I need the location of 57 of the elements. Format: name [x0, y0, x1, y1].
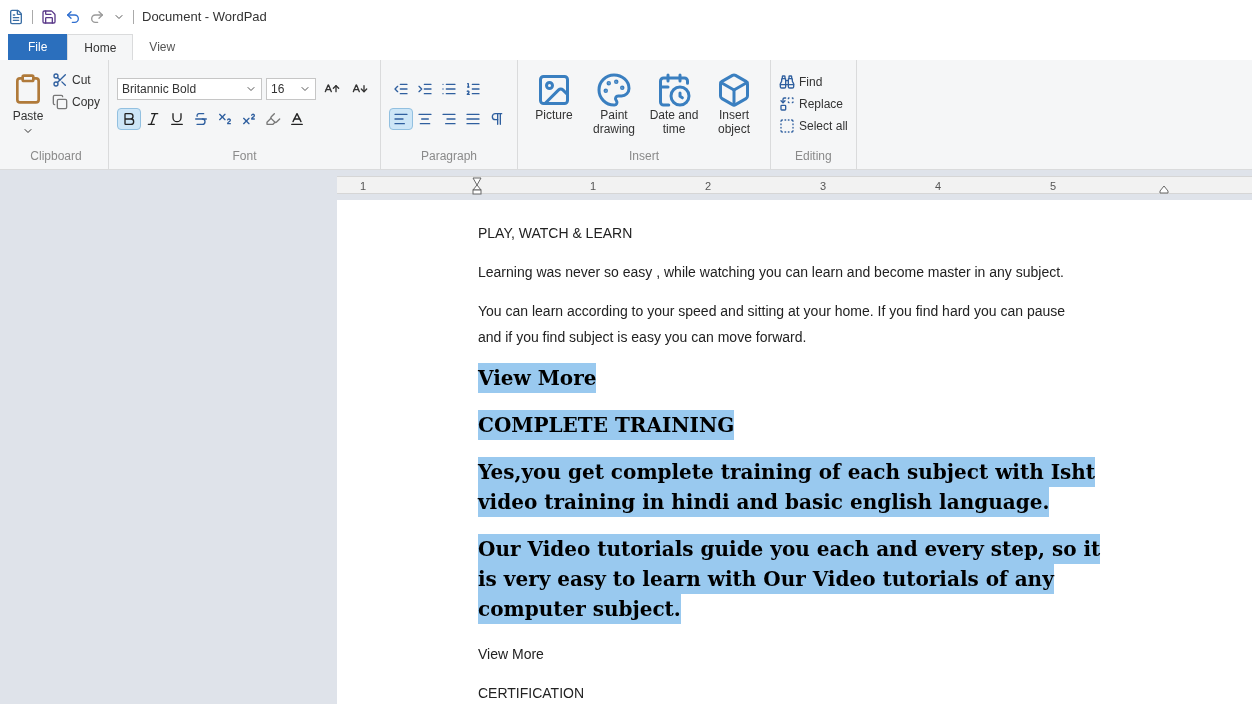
ruler-number: 1: [590, 179, 597, 194]
group-label: Editing: [794, 148, 833, 165]
pilcrow-icon: [489, 110, 505, 127]
redo-icon: [89, 9, 105, 25]
cut-button[interactable]: Cut: [52, 70, 100, 89]
align-left-button[interactable]: [389, 107, 413, 130]
underline-icon: [169, 110, 185, 127]
ruler-number: 3: [820, 179, 827, 194]
strikethrough-icon: [193, 110, 209, 127]
indent-marker-icon: [472, 177, 482, 195]
right-indent-marker-icon: [1159, 185, 1169, 194]
document-icon: [8, 9, 24, 25]
copy-button[interactable]: Copy: [52, 92, 100, 111]
binoculars-icon: [779, 73, 795, 90]
line-spacing-icon: [465, 80, 481, 97]
dashed-square-icon: [779, 117, 795, 134]
bold-icon: [121, 110, 137, 127]
font-color-icon: [289, 110, 305, 127]
document-line: PLAY, WATCH & LEARN: [478, 224, 633, 243]
file-tab[interactable]: File: [8, 34, 68, 60]
editing-button[interactable]: Replace: [779, 94, 848, 113]
document-line: View More: [478, 645, 544, 664]
group-label: Font: [231, 148, 258, 165]
calendar-clock-icon: [656, 71, 692, 108]
document-line: CERTIFICATION: [478, 684, 585, 703]
palette-icon: [596, 71, 632, 108]
italic-icon: [145, 110, 161, 127]
document-line: You can learn according to your speed and sitting at your home. If you find hard you can pause: [478, 302, 1066, 321]
replace-icon: [779, 95, 795, 112]
insert-button[interactable]: Paint drawing: [586, 71, 642, 136]
bold-button[interactable]: [117, 107, 141, 130]
ruler-number: 5: [1050, 179, 1057, 194]
group-label: Insert: [628, 148, 660, 165]
cube-icon: [716, 71, 752, 108]
ruler-number: 1: [360, 179, 367, 194]
save-icon: [41, 9, 57, 25]
scissors-icon: [52, 71, 68, 88]
copy-icon: [52, 93, 68, 110]
insert-button[interactable]: Picture: [526, 71, 582, 122]
highlighter-icon: [265, 110, 281, 127]
document-line: Learning was never so easy , while watching you can learn and become master in any subject.: [478, 263, 1064, 282]
editing-button[interactable]: Find: [779, 72, 848, 91]
ruler-number: 2: [705, 179, 712, 194]
font-family-dropdown[interactable]: Britannic Bold: [117, 77, 262, 100]
ribbon-tab[interactable]: Home: [67, 34, 134, 60]
insert-button[interactable]: Insert object: [706, 71, 762, 136]
undo-icon: [65, 9, 81, 25]
font-size-dropdown[interactable]: 16: [266, 77, 316, 100]
window-title: Document - WordPad: [142, 8, 267, 27]
document-line: and if you find subject is easy you can move forward.: [478, 328, 807, 347]
insert-button[interactable]: Date and time: [646, 71, 702, 136]
ribbon-tab[interactable]: View: [133, 34, 192, 60]
paste-button[interactable]: Paste: [12, 70, 44, 137]
ruler-number: 4: [935, 179, 942, 194]
group-label: Clipboard: [29, 148, 83, 165]
group-label: Paragraph: [420, 148, 479, 165]
editing-button[interactable]: Select all: [779, 116, 848, 135]
